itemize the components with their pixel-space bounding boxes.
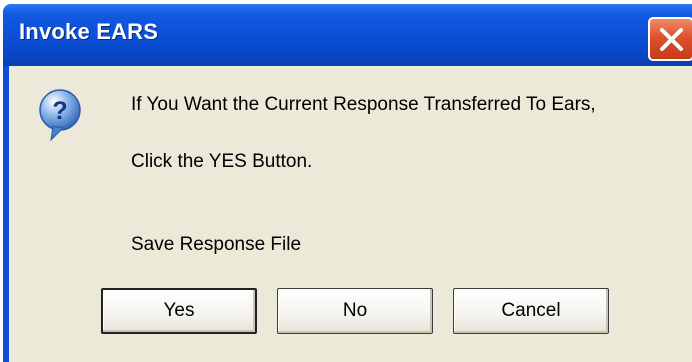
close-icon bbox=[660, 28, 683, 51]
invoke-ears-dialog: Invoke EARS ? If You Want the Current Re… bbox=[3, 4, 692, 362]
title-bar[interactable]: Invoke EARS bbox=[3, 4, 692, 66]
close-button[interactable] bbox=[648, 17, 692, 61]
question-icon: ? bbox=[37, 88, 83, 144]
cancel-button[interactable]: Cancel bbox=[453, 288, 609, 334]
message-line-2: Click the YES Button. bbox=[131, 151, 313, 172]
yes-button[interactable]: Yes bbox=[101, 288, 257, 334]
window-title: Invoke EARS bbox=[19, 19, 159, 44]
no-button[interactable]: No bbox=[277, 288, 433, 334]
message-line-3: Save Response File bbox=[131, 234, 302, 255]
dialog-body: ? If You Want the Current Response Trans… bbox=[9, 66, 692, 362]
message-line-1: If You Want the Current Response Transfe… bbox=[131, 94, 596, 115]
svg-text:?: ? bbox=[52, 97, 67, 125]
